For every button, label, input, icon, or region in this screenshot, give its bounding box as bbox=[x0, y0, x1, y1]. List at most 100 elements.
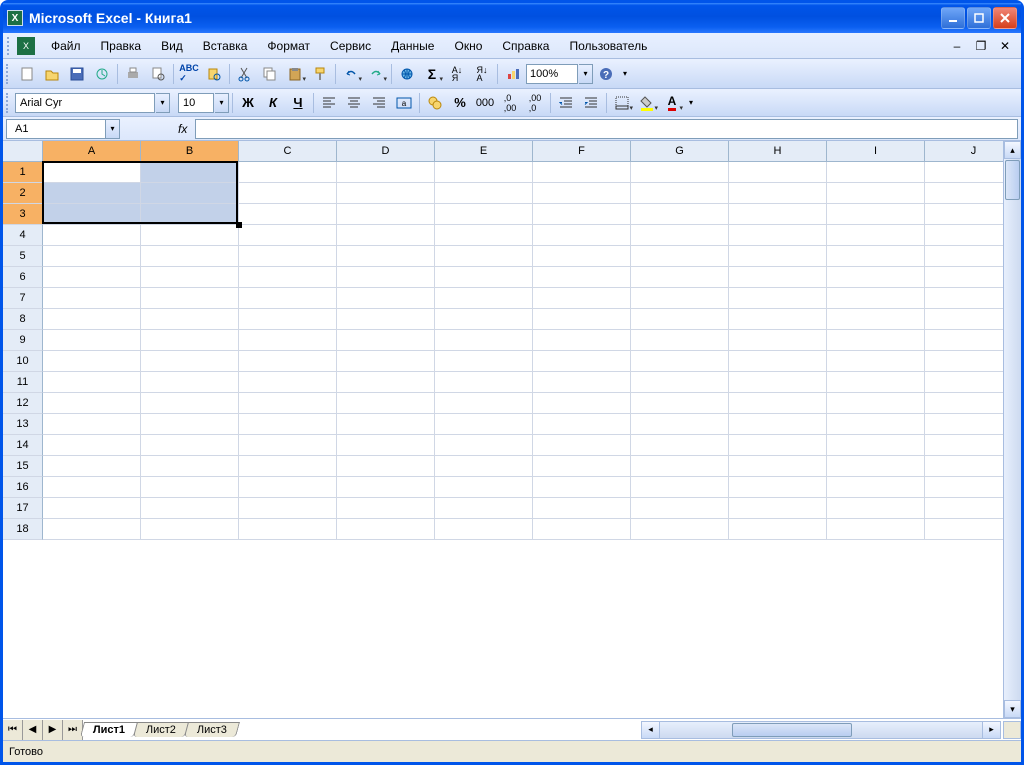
cell-E14[interactable] bbox=[435, 435, 533, 456]
cell-D14[interactable] bbox=[337, 435, 435, 456]
row-header-18[interactable]: 18 bbox=[3, 519, 43, 540]
row-header-3[interactable]: 3 bbox=[3, 204, 43, 225]
cell-G12[interactable] bbox=[631, 393, 729, 414]
cell-G3[interactable] bbox=[631, 204, 729, 225]
cell-F13[interactable] bbox=[533, 414, 631, 435]
open-button[interactable] bbox=[40, 62, 64, 86]
cell-G14[interactable] bbox=[631, 435, 729, 456]
scroll-down-button[interactable]: ▾ bbox=[1004, 700, 1021, 718]
cell-A13[interactable] bbox=[43, 414, 141, 435]
fx-label[interactable]: fx bbox=[178, 122, 187, 136]
cell-H8[interactable] bbox=[729, 309, 827, 330]
cell-B5[interactable] bbox=[141, 246, 239, 267]
align-center-button[interactable] bbox=[342, 91, 366, 115]
cell-G10[interactable] bbox=[631, 351, 729, 372]
cell-C6[interactable] bbox=[239, 267, 337, 288]
zoom-dropdown[interactable]: ▾ bbox=[579, 64, 593, 84]
cell-B12[interactable] bbox=[141, 393, 239, 414]
new-button[interactable] bbox=[15, 62, 39, 86]
cell-H5[interactable] bbox=[729, 246, 827, 267]
vertical-scrollbar[interactable]: ▴ ▾ bbox=[1003, 141, 1021, 718]
cell-C15[interactable] bbox=[239, 456, 337, 477]
tab-last-button[interactable]: ⏭ bbox=[63, 720, 83, 740]
cell-B6[interactable] bbox=[141, 267, 239, 288]
row-header-11[interactable]: 11 bbox=[3, 372, 43, 393]
fmtbar-options-button[interactable]: ▾ bbox=[685, 91, 697, 115]
cell-E18[interactable] bbox=[435, 519, 533, 540]
cell-C8[interactable] bbox=[239, 309, 337, 330]
cell-B1[interactable] bbox=[141, 162, 239, 183]
cell-I11[interactable] bbox=[827, 372, 925, 393]
cell-C4[interactable] bbox=[239, 225, 337, 246]
row-header-9[interactable]: 9 bbox=[3, 330, 43, 351]
fontsize-dropdown[interactable]: ▾ bbox=[215, 93, 229, 113]
cell-D2[interactable] bbox=[337, 183, 435, 204]
cell-A5[interactable] bbox=[43, 246, 141, 267]
cell-G11[interactable] bbox=[631, 372, 729, 393]
cell-H4[interactable] bbox=[729, 225, 827, 246]
cell-H15[interactable] bbox=[729, 456, 827, 477]
cell-B10[interactable] bbox=[141, 351, 239, 372]
cell-D7[interactable] bbox=[337, 288, 435, 309]
cell-C5[interactable] bbox=[239, 246, 337, 267]
cell-D16[interactable] bbox=[337, 477, 435, 498]
row-header-15[interactable]: 15 bbox=[3, 456, 43, 477]
cell-G17[interactable] bbox=[631, 498, 729, 519]
name-box-dropdown[interactable]: ▾ bbox=[106, 119, 120, 139]
cell-B2[interactable] bbox=[141, 183, 239, 204]
fill-color-button[interactable]: ▾ bbox=[635, 91, 659, 115]
cell-F10[interactable] bbox=[533, 351, 631, 372]
cell-A9[interactable] bbox=[43, 330, 141, 351]
column-header-E[interactable]: E bbox=[435, 141, 533, 162]
cell-G2[interactable] bbox=[631, 183, 729, 204]
row-header-5[interactable]: 5 bbox=[3, 246, 43, 267]
cell-A14[interactable] bbox=[43, 435, 141, 456]
scroll-right-button[interactable]: ▸ bbox=[982, 722, 1000, 738]
cell-E9[interactable] bbox=[435, 330, 533, 351]
column-header-F[interactable]: F bbox=[533, 141, 631, 162]
cell-B14[interactable] bbox=[141, 435, 239, 456]
cell-D10[interactable] bbox=[337, 351, 435, 372]
cell-E3[interactable] bbox=[435, 204, 533, 225]
fill-handle[interactable] bbox=[236, 222, 242, 228]
menu-data[interactable]: Данные bbox=[381, 36, 444, 56]
cell-F4[interactable] bbox=[533, 225, 631, 246]
cell-G15[interactable] bbox=[631, 456, 729, 477]
cell-D9[interactable] bbox=[337, 330, 435, 351]
cell-G5[interactable] bbox=[631, 246, 729, 267]
print-preview-button[interactable] bbox=[146, 62, 170, 86]
row-header-4[interactable]: 4 bbox=[3, 225, 43, 246]
column-header-H[interactable]: H bbox=[729, 141, 827, 162]
help-button[interactable]: ? bbox=[594, 62, 618, 86]
cell-D3[interactable] bbox=[337, 204, 435, 225]
toolbar-grip[interactable] bbox=[6, 64, 12, 84]
cell-E15[interactable] bbox=[435, 456, 533, 477]
doc-minimize-button[interactable]: – bbox=[945, 34, 969, 58]
format-painter-button[interactable] bbox=[308, 62, 332, 86]
tab-next-button[interactable]: ▶ bbox=[43, 720, 63, 740]
cell-I12[interactable] bbox=[827, 393, 925, 414]
sheet-tab-3[interactable]: Лист3 bbox=[184, 722, 240, 737]
cell-H3[interactable] bbox=[729, 204, 827, 225]
cell-E16[interactable] bbox=[435, 477, 533, 498]
cell-H18[interactable] bbox=[729, 519, 827, 540]
menu-edit[interactable]: Правка bbox=[91, 36, 152, 56]
decrease-indent-button[interactable] bbox=[554, 91, 578, 115]
row-header-16[interactable]: 16 bbox=[3, 477, 43, 498]
align-right-button[interactable] bbox=[367, 91, 391, 115]
cell-G8[interactable] bbox=[631, 309, 729, 330]
cell-C18[interactable] bbox=[239, 519, 337, 540]
excel-menu-icon[interactable]: X bbox=[17, 37, 35, 55]
cell-I16[interactable] bbox=[827, 477, 925, 498]
cell-E2[interactable] bbox=[435, 183, 533, 204]
cell-H7[interactable] bbox=[729, 288, 827, 309]
cell-H6[interactable] bbox=[729, 267, 827, 288]
cell-C2[interactable] bbox=[239, 183, 337, 204]
cell-G6[interactable] bbox=[631, 267, 729, 288]
cell-I5[interactable] bbox=[827, 246, 925, 267]
font-selector[interactable]: Arial Cyr bbox=[15, 93, 155, 113]
cell-C1[interactable] bbox=[239, 162, 337, 183]
cell-I18[interactable] bbox=[827, 519, 925, 540]
cell-F15[interactable] bbox=[533, 456, 631, 477]
column-header-G[interactable]: G bbox=[631, 141, 729, 162]
